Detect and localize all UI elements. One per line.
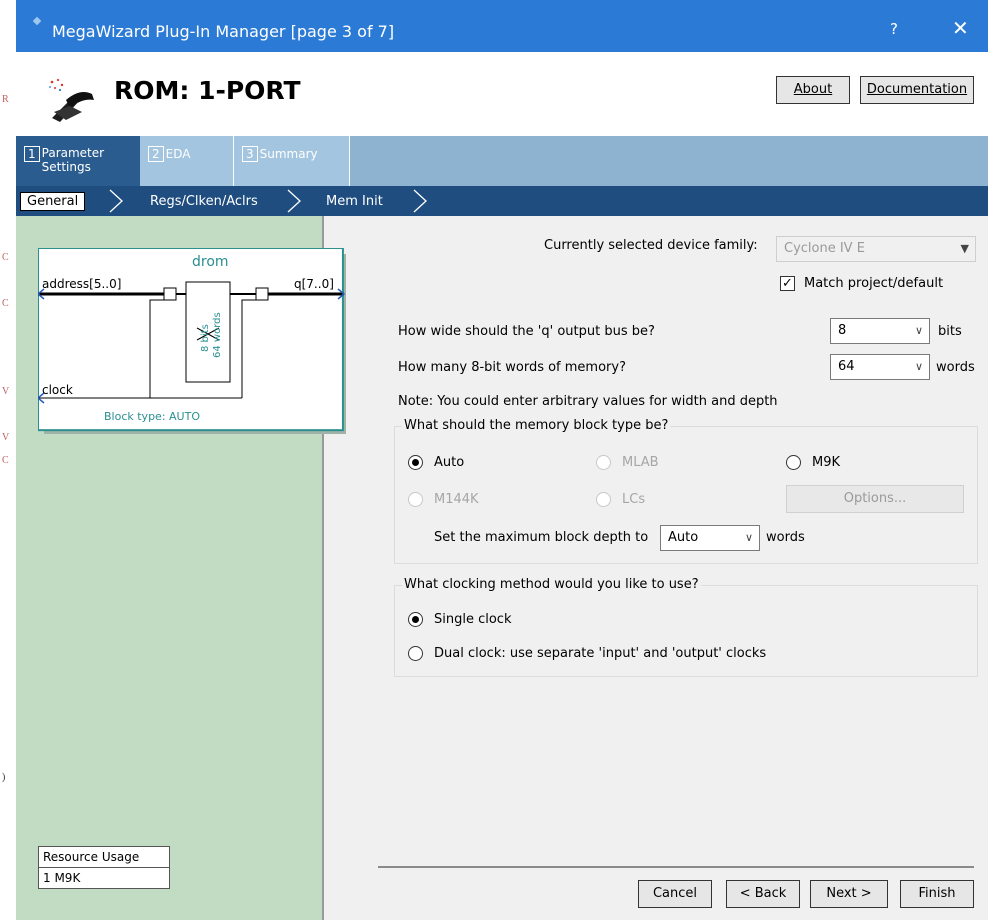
checkmark-icon: ✓ — [782, 276, 793, 291]
crumb-regs-clken-aclrs[interactable]: Regs/Clken/Aclrs — [150, 194, 258, 209]
width-question: How wide should the 'q' output bus be? — [398, 324, 655, 339]
block-name: drom — [192, 254, 229, 270]
radio-m9k-label[interactable]: M9K — [812, 455, 840, 470]
device-family-label: Currently selected device family: — [544, 238, 758, 253]
about-button[interactable]: About — [776, 76, 850, 104]
finish-button[interactable]: Finish — [900, 880, 974, 908]
tab-parameter-settings[interactable]: 1 Parameter Settings — [16, 136, 140, 186]
width-unit: bits — [938, 324, 962, 339]
note-text: Note: You could enter arbitrary values f… — [398, 394, 778, 409]
width-select[interactable]: 8 ∨ — [830, 318, 930, 344]
megawizard-window: MegaWizard Plug-In Manager [page 3 of 7]… — [16, 0, 988, 920]
memory-block-title: What should the memory block type be? — [402, 418, 671, 433]
clock-port-label: clock — [42, 383, 73, 397]
resource-usage-value: 1 M9K — [43, 871, 81, 885]
documentation-button[interactable]: Documentation — [860, 76, 974, 104]
cancel-button[interactable]: Cancel — [638, 880, 712, 908]
address-port-label: address[5..0] — [42, 277, 121, 291]
depth-question: How many 8-bit words of memory? — [398, 360, 626, 375]
close-button[interactable]: ✕ — [952, 16, 969, 40]
radio-dual-clock[interactable] — [408, 646, 423, 661]
back-label: < Back — [739, 886, 787, 901]
clocking-title: What clocking method would you like to u… — [402, 577, 701, 592]
tab-label: Summary — [259, 147, 318, 161]
tab-summary[interactable]: 3 Summary — [234, 136, 350, 186]
tab-number: 2 — [148, 146, 164, 162]
cancel-label: Cancel — [652, 886, 698, 901]
radio-auto-label[interactable]: Auto — [434, 455, 464, 470]
max-depth-label: Set the maximum block depth to — [434, 530, 649, 545]
radio-single-clock-label[interactable]: Single clock — [434, 612, 512, 627]
radio-m144k-label: M144K — [434, 492, 479, 507]
dropdown-arrow-icon: ∨ — [744, 531, 753, 544]
radio-mlab-label: MLAB — [622, 455, 659, 470]
tab-eda[interactable]: 2 EDA — [140, 136, 234, 186]
max-depth-unit: words — [766, 530, 805, 545]
back-button[interactable]: < Back — [726, 880, 800, 908]
wand-icon — [49, 78, 94, 122]
radio-dual-clock-label[interactable]: Dual clock: use separate 'input' and 'ou… — [434, 646, 766, 661]
match-project-label: Match project/default — [804, 276, 944, 291]
q-port-label: q[7..0] — [294, 277, 334, 291]
width-value: 8 — [838, 323, 847, 338]
max-depth-value: Auto — [668, 530, 699, 545]
radio-m144k — [408, 492, 423, 507]
page-title: ROM: 1-PORT — [114, 76, 301, 105]
radio-lcs — [596, 492, 611, 507]
device-family-select: Cyclone IV E ▼ — [776, 236, 976, 262]
tab-label: EDA — [165, 147, 191, 161]
block-diagram: drom address[5..0] q[7..0] clock Block t… — [38, 248, 346, 434]
depth-select[interactable]: 64 ∨ — [830, 354, 930, 380]
documentation-label: Documentation — [866, 82, 968, 97]
next-label: Next > — [826, 886, 872, 901]
tab-number: 1 — [24, 146, 40, 162]
resource-usage-header: Resource Usage — [39, 847, 169, 868]
title-bar: MegaWizard Plug-In Manager [page 3 of 7]… — [16, 0, 988, 52]
bits-label: 8 bits — [200, 324, 211, 352]
words-label: 64 words — [212, 312, 223, 358]
options-button: Options... — [786, 485, 964, 513]
help-button[interactable]: ? — [890, 20, 898, 38]
radio-auto[interactable] — [408, 455, 423, 470]
radio-m9k[interactable] — [786, 455, 801, 470]
crumb-mem-init[interactable]: Mem Init — [326, 194, 383, 209]
window-icon — [32, 16, 42, 26]
block-type-label: Block type: AUTO — [104, 410, 200, 423]
device-family-value: Cyclone IV E — [784, 241, 865, 256]
tab-number: 3 — [242, 146, 258, 162]
next-button[interactable]: Next > — [810, 880, 888, 908]
max-depth-select[interactable]: Auto ∨ — [660, 525, 760, 551]
depth-unit: words — [936, 360, 975, 375]
finish-label: Finish — [918, 886, 956, 901]
window-title: MegaWizard Plug-In Manager [page 3 of 7] — [52, 22, 395, 41]
tab-label: Parameter Settings — [41, 146, 105, 174]
resource-usage-table: Resource Usage 1 M9K — [38, 846, 170, 889]
dropdown-arrow-icon: ∨ — [914, 324, 923, 337]
footer-divider — [378, 866, 974, 868]
wizard-header: ROM: 1-PORT About Documentation — [16, 52, 988, 136]
crumb-general[interactable]: General — [20, 192, 86, 211]
about-label: About — [793, 82, 833, 97]
radio-single-clock[interactable] — [408, 612, 423, 627]
radio-mlab — [596, 455, 611, 470]
match-project-checkbox[interactable]: ✓ — [780, 276, 795, 291]
dropdown-arrow-icon: ∨ — [914, 360, 923, 373]
dropdown-arrow-icon: ▼ — [960, 242, 969, 255]
clocking-group — [394, 585, 978, 677]
depth-value: 64 — [838, 359, 855, 374]
options-label: Options... — [843, 491, 907, 506]
background-editor-strip: R C C V V C ) — [0, 0, 16, 920]
radio-lcs-label: LCs — [622, 492, 646, 507]
